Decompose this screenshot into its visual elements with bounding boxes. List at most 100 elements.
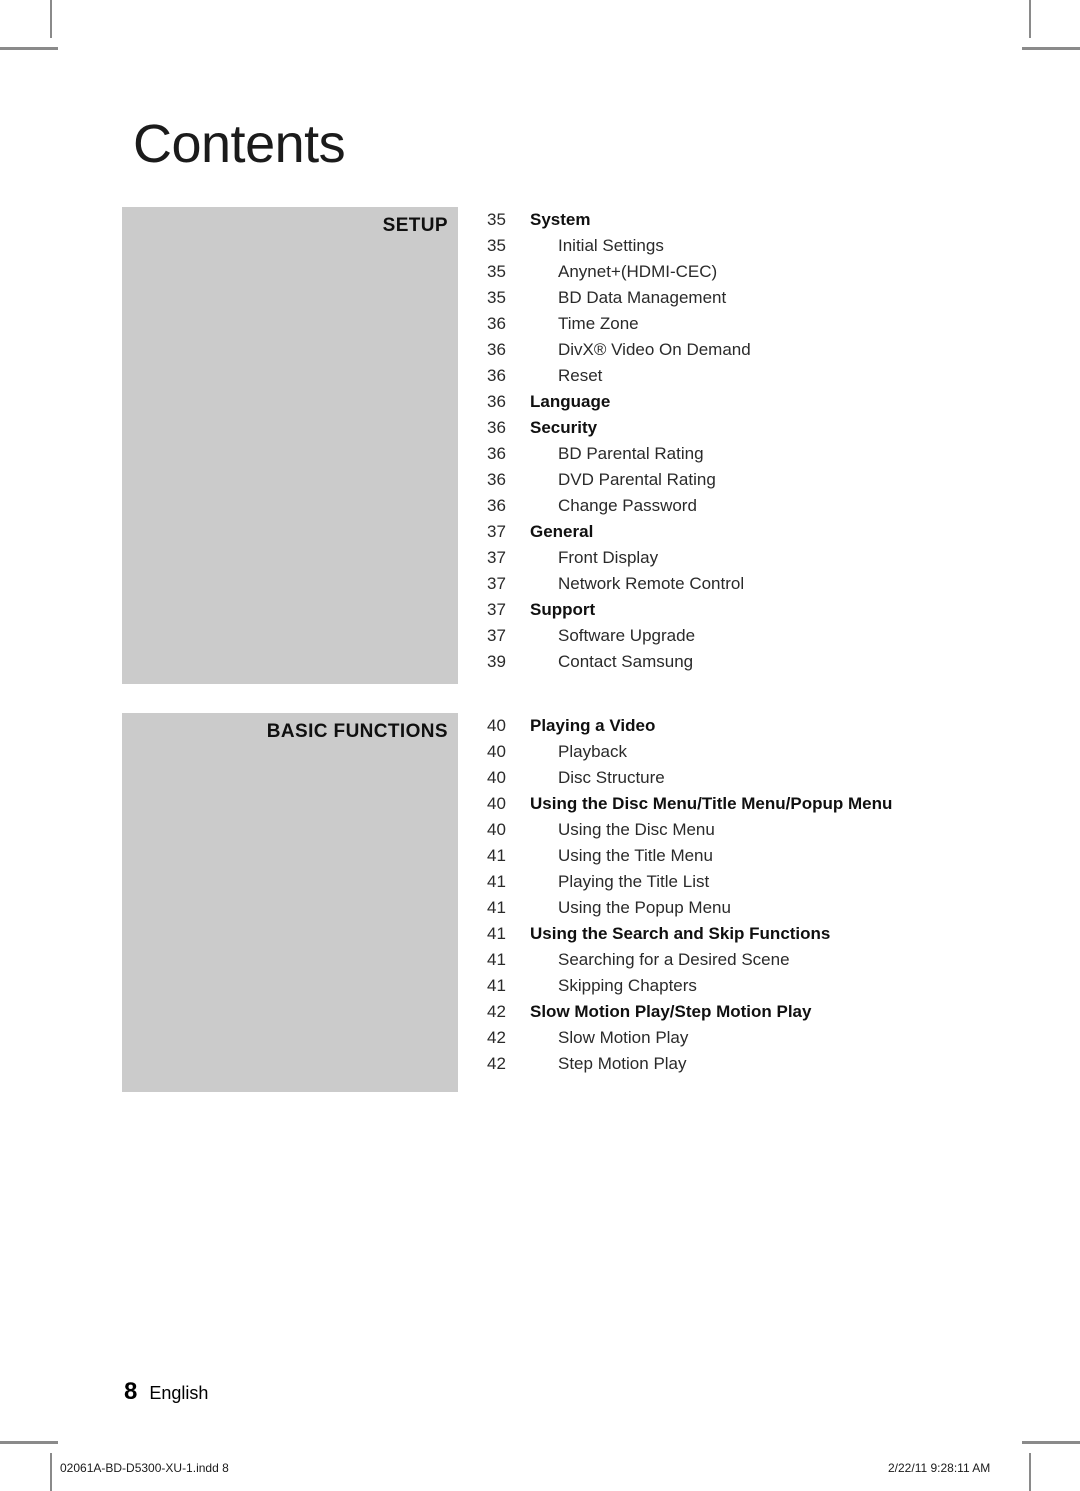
crop-mark-top-left-vertical — [50, 0, 52, 38]
toc-entry[interactable]: 41 Searching for a Desired Scene — [487, 947, 1047, 973]
toc-entry-label: BD Data Management — [558, 288, 727, 307]
toc-entry-page: 36 — [487, 392, 506, 411]
section-band: BASIC FUNCTIONS — [122, 713, 458, 1092]
toc-entry-label: Front Display — [558, 548, 659, 567]
toc-entry-page: 35 — [487, 236, 506, 255]
toc-entry[interactable]: 41 Playing the Title List — [487, 869, 1047, 895]
toc-entry-page: 37 — [487, 600, 506, 619]
toc-entry-page: 36 — [487, 470, 506, 489]
toc-entry-label: Disc Structure — [558, 768, 665, 787]
slug-file-name: 02061A-BD-D5300-XU-1.indd 8 — [60, 1461, 229, 1475]
toc-entry[interactable]: 42 Slow Motion Play — [487, 1025, 1047, 1051]
toc-entry-label: Using the Title Menu — [558, 846, 713, 865]
crop-mark-bottom-right-vertical — [1029, 1453, 1031, 1491]
toc-entry-label: Using the Disc Menu — [558, 820, 715, 839]
toc-entry-page: 36 — [487, 444, 506, 463]
toc-entry[interactable]: 39 Contact Samsung — [487, 649, 1047, 675]
toc-entry-page: 37 — [487, 626, 506, 645]
toc-entry[interactable]: 35 BD Data Management — [487, 285, 1047, 311]
toc-entry[interactable]: 36 Time Zone — [487, 311, 1047, 337]
toc-entry-page: 36 — [487, 496, 506, 515]
toc-entry[interactable]: 37 Network Remote Control — [487, 571, 1047, 597]
toc-entry-label: Initial Settings — [558, 236, 664, 255]
toc-entry-label: General — [530, 522, 594, 541]
crop-mark-bottom-left-horizontal — [0, 1441, 58, 1444]
toc-entry-page: 41 — [487, 924, 506, 943]
toc-entry-page: 39 — [487, 652, 506, 671]
toc-entry[interactable]: 35 Anynet+(HDMI-CEC) — [487, 259, 1047, 285]
toc-entry-label: Playing the Title List — [558, 872, 710, 891]
toc-entry-page: 37 — [487, 574, 506, 593]
toc-entry-page: 40 — [487, 716, 506, 735]
toc-entry[interactable]: 36 Language — [487, 389, 1047, 415]
section-band-label: SETUP — [382, 215, 448, 236]
toc-entry-label: Playback — [558, 742, 627, 761]
toc-entry-page: 42 — [487, 1002, 506, 1021]
toc-entry-label: Skipping Chapters — [558, 976, 697, 995]
toc-entry[interactable]: 35 System — [487, 207, 1047, 233]
manual-contents-page: Contents SETUP 35 System 35 Initial Settings… — [0, 0, 1080, 1491]
page-title: Contents — [133, 114, 346, 174]
section-band: SETUP — [122, 207, 458, 684]
toc-entry-list: 35 System 35 Initial Settings 35 Anynet+(HDMI… — [487, 207, 1047, 675]
toc-entry-label: Contact Samsung — [558, 652, 694, 671]
crop-mark-top-left-horizontal — [0, 47, 58, 50]
crop-mark-bottom-right-horizontal — [1022, 1441, 1080, 1444]
toc-entry-page: 40 — [487, 794, 506, 813]
toc-entry-label: Network Remote Control — [558, 574, 745, 593]
toc-entry-label: Slow Motion Play — [558, 1028, 689, 1047]
toc-entry[interactable]: 36 Reset — [487, 363, 1047, 389]
footer-language: English — [149, 1383, 209, 1403]
toc-entry-label: Reset — [558, 366, 603, 385]
toc-entry-label: Using the Search and Skip Functions — [530, 924, 831, 943]
toc-entry-list: 40 Playing a Video 40 Playback 40 Disc Struct… — [487, 713, 1047, 1077]
toc-entry[interactable]: 36 DivX® Video On Demand — [487, 337, 1047, 363]
toc-entry-page: 40 — [487, 820, 506, 839]
toc-entry-label: Using the Disc Menu/Title Menu/Popup Men… — [530, 794, 893, 813]
footer-page-number: 8 — [124, 1378, 138, 1405]
page-footer: 8 English — [124, 1378, 208, 1406]
toc-entry[interactable]: 40 Using the Disc Menu — [487, 817, 1047, 843]
toc-entry-page: 41 — [487, 950, 506, 969]
toc-entry[interactable]: 41 Skipping Chapters — [487, 973, 1047, 999]
toc-entry[interactable]: 36 Security — [487, 415, 1047, 441]
toc-entry-label: Step Motion Play — [558, 1054, 687, 1073]
toc-entry[interactable]: 37 Front Display — [487, 545, 1047, 571]
toc-entry-label: Change Password — [558, 496, 697, 515]
slug-timestamp: 2/22/11 9:28:11 AM — [888, 1461, 991, 1475]
toc-entry[interactable]: 36 BD Parental Rating — [487, 441, 1047, 467]
toc-entry[interactable]: 40 Using the Disc Menu/Title Menu/Popup M… — [487, 791, 1047, 817]
toc-entry-page: 35 — [487, 288, 506, 307]
toc-entry[interactable]: 40 Playback — [487, 739, 1047, 765]
toc-entry[interactable]: 35 Initial Settings — [487, 233, 1047, 259]
toc-entry[interactable]: 36 Change Password — [487, 493, 1047, 519]
toc-entry[interactable]: 37 General — [487, 519, 1047, 545]
toc-entry-label: BD Parental Rating — [558, 444, 704, 463]
toc-entry-page: 35 — [487, 210, 506, 229]
toc-entry-page: 37 — [487, 522, 506, 541]
toc-entry-label: Software Upgrade — [558, 626, 696, 645]
toc-entry[interactable]: 41 Using the Popup Menu — [487, 895, 1047, 921]
toc-entry[interactable]: 36 DVD Parental Rating — [487, 467, 1047, 493]
toc-entry[interactable]: 37 Support — [487, 597, 1047, 623]
toc-entry-page: 35 — [487, 262, 506, 281]
toc-entry-label: DivX® Video On Demand — [558, 340, 751, 359]
toc-entry-page: 42 — [487, 1028, 506, 1047]
crop-mark-top-right-horizontal — [1022, 47, 1080, 50]
toc-entry-page: 37 — [487, 548, 506, 567]
toc-entry-page: 42 — [487, 1054, 506, 1073]
toc-entry[interactable]: 42 Step Motion Play — [487, 1051, 1047, 1077]
toc-entry[interactable]: 41 Using the Search and Skip Functions — [487, 921, 1047, 947]
crop-mark-top-right-vertical — [1029, 0, 1031, 38]
toc-entry-page: 36 — [487, 314, 506, 333]
toc-entry-label: Security — [530, 418, 598, 437]
toc-entry[interactable]: 40 Playing a Video — [487, 713, 1047, 739]
toc-entry[interactable]: 37 Software Upgrade — [487, 623, 1047, 649]
toc-entry-label: Playing a Video — [530, 716, 656, 735]
toc-entry[interactable]: 40 Disc Structure — [487, 765, 1047, 791]
toc-entry-page: 41 — [487, 872, 506, 891]
toc-entry-label: Searching for a Desired Scene — [558, 950, 790, 969]
toc-entry-label: Time Zone — [558, 314, 639, 333]
toc-entry[interactable]: 42 Slow Motion Play/Step Motion Play — [487, 999, 1047, 1025]
toc-entry[interactable]: 41 Using the Title Menu — [487, 843, 1047, 869]
